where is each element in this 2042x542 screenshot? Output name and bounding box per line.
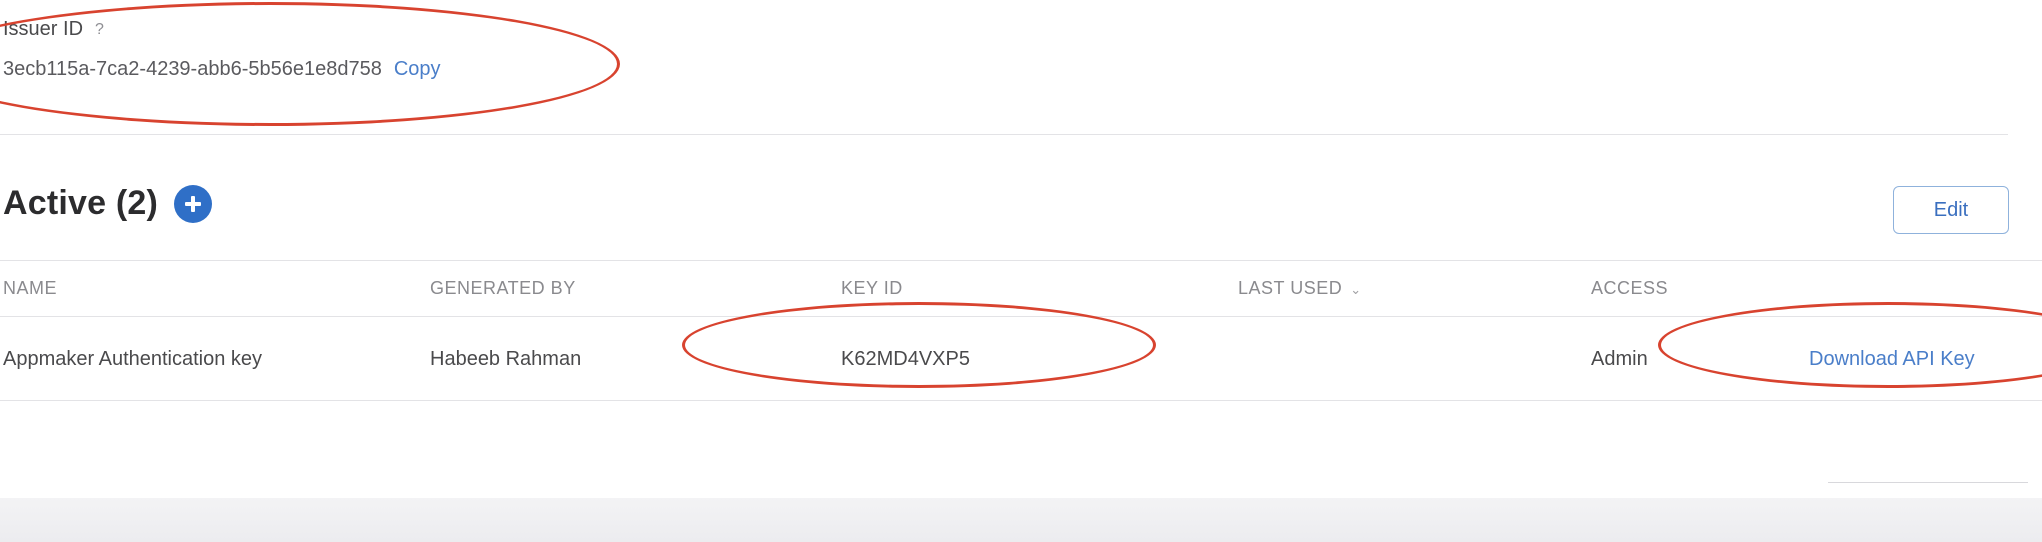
table-header-divider <box>0 316 2042 317</box>
plus-circle-icon <box>185 195 202 212</box>
issuer-id-value: 3ecb115a-7ca2-4239-abb6-5b56e1e8d758 <box>3 58 382 80</box>
column-header-key-id[interactable]: KEY ID <box>841 278 903 299</box>
help-icon[interactable]: ? <box>95 21 104 39</box>
header-divider <box>0 260 2042 261</box>
footer-divider <box>1828 482 2028 483</box>
copy-link[interactable]: Copy <box>394 58 441 81</box>
cell-generated-by: Habeeb Rahman <box>430 348 582 370</box>
section-divider <box>0 134 2008 135</box>
cell-access: Admin <box>1591 348 1648 370</box>
cell-name: Appmaker Authentication key <box>3 348 263 370</box>
download-api-key-link[interactable]: Download API Key <box>1809 348 1975 371</box>
table-row[interactable] <box>0 318 2042 400</box>
issuer-id-label: Issuer ID ? <box>3 18 104 41</box>
edit-button[interactable]: Edit <box>1893 186 2009 234</box>
footer-band <box>0 498 2042 542</box>
column-header-last-used[interactable]: LAST USED ⌄ <box>1238 278 1362 299</box>
add-key-button[interactable] <box>174 184 213 223</box>
column-header-name[interactable]: NAME <box>3 278 57 299</box>
cell-key-id: K62MD4VXP5 <box>841 348 970 370</box>
section-header: Active (2) <box>3 184 213 223</box>
row-divider <box>0 400 2042 401</box>
issuer-id-label-text: Issuer ID <box>3 18 84 40</box>
section-title: Active (2) <box>3 184 159 222</box>
column-header-last-used-label: LAST USED <box>1238 278 1343 298</box>
chevron-down-icon: ⌄ <box>1350 282 1362 297</box>
column-header-generated-by[interactable]: GENERATED BY <box>430 278 576 299</box>
column-header-access[interactable]: ACCESS <box>1591 278 1668 299</box>
issuer-id-row: 3ecb115a-7ca2-4239-abb6-5b56e1e8d758 Cop… <box>3 58 441 81</box>
